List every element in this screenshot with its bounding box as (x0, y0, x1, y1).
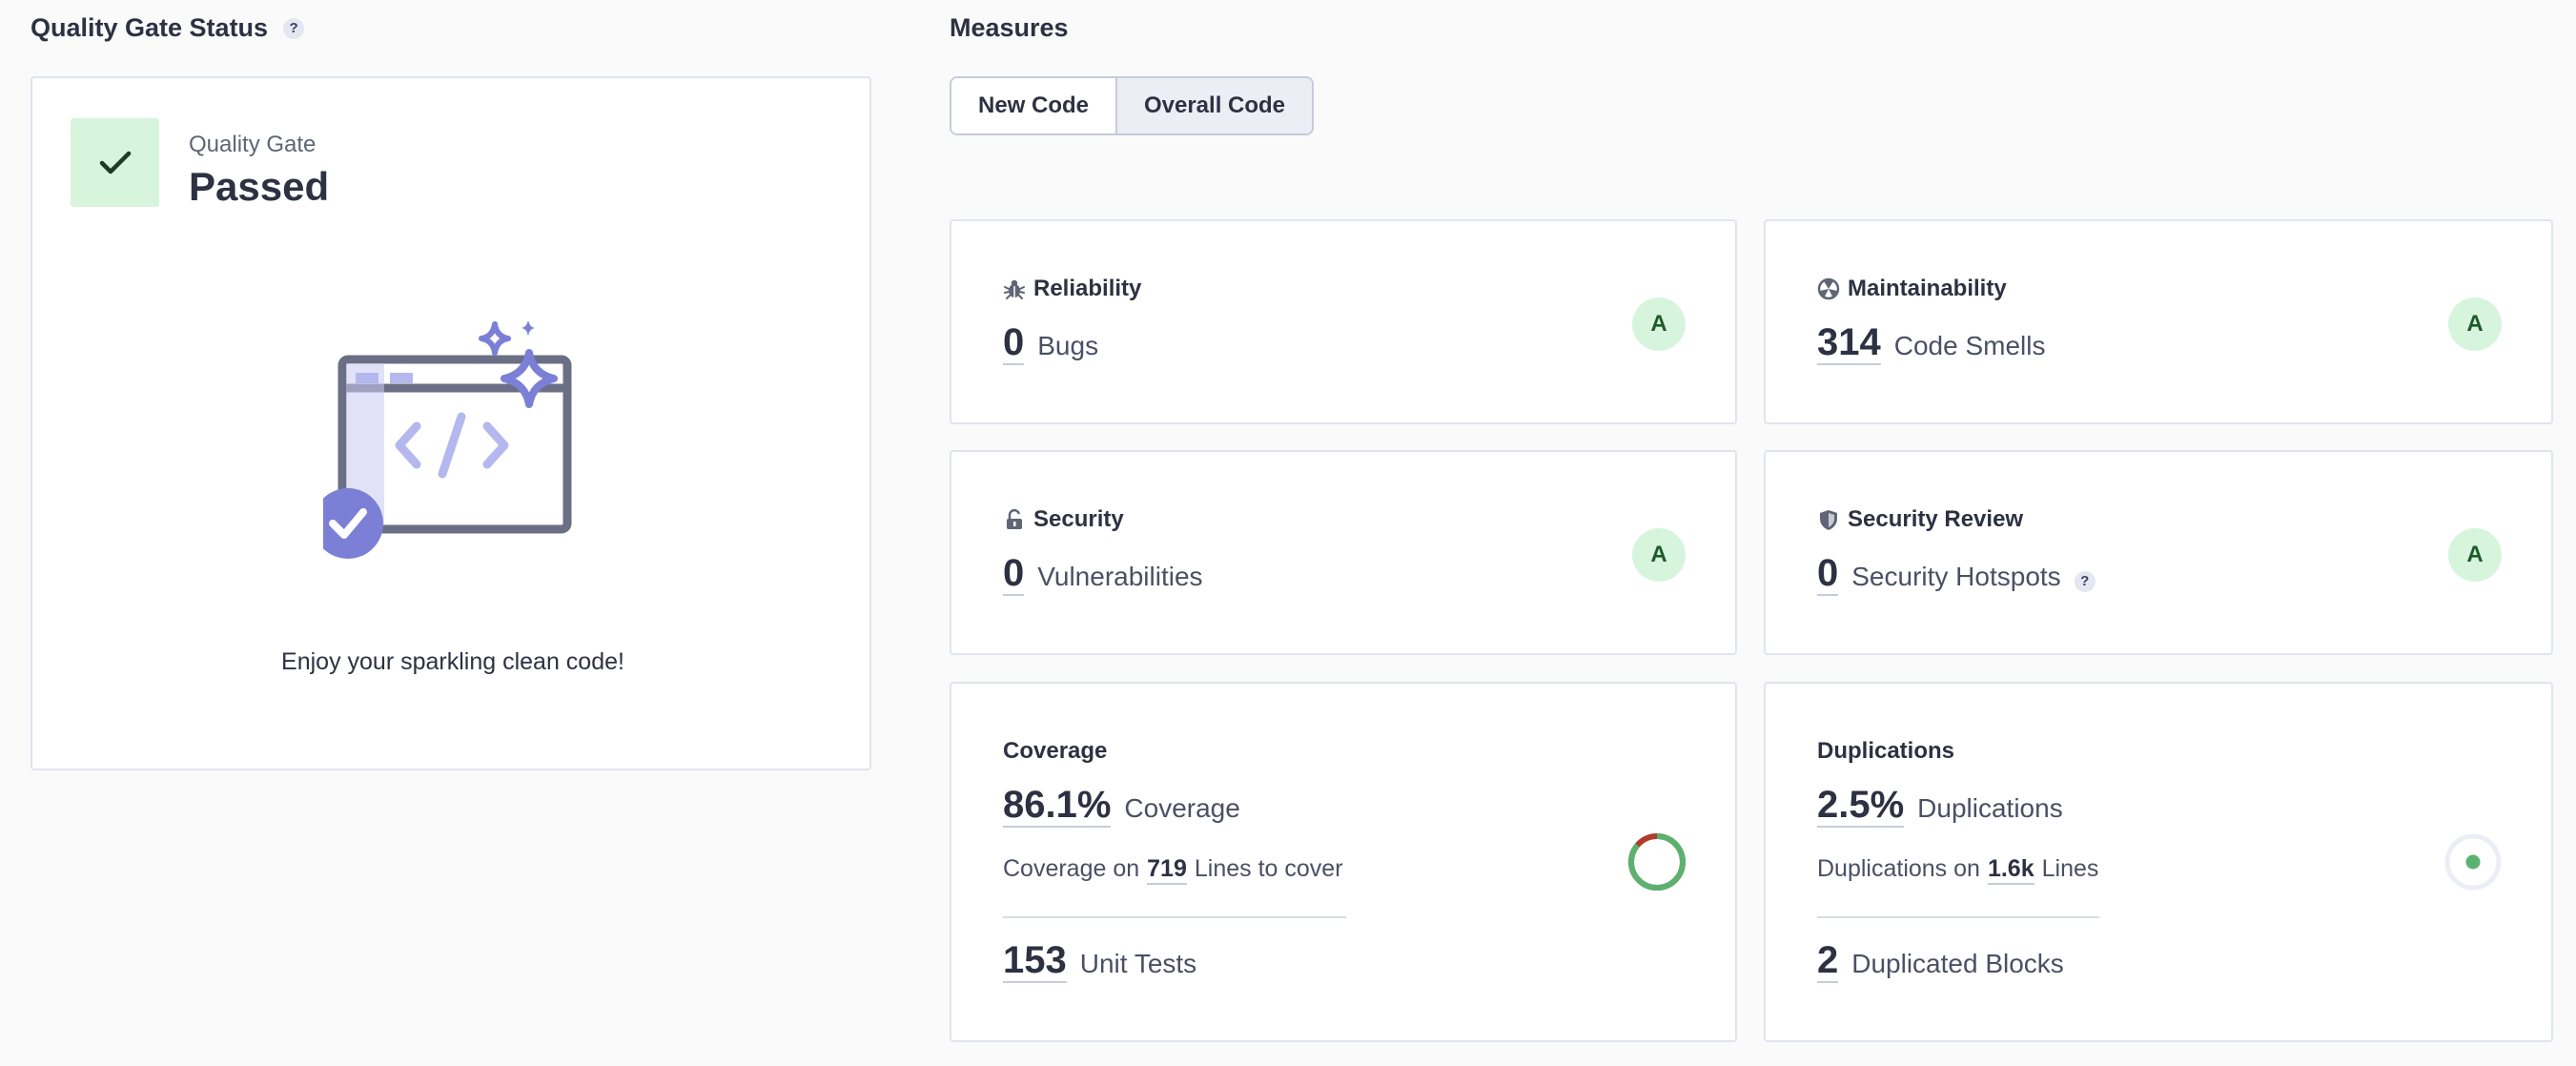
duplications-lines-prefix: Duplications on (1817, 855, 1980, 882)
duplicated-blocks-row: 2 Duplicated Blocks (1817, 939, 2064, 983)
maintainability-rating-badge[interactable]: A (2448, 297, 2502, 351)
coverage-card: Coverage 86.1% Coverage Coverage on 719 … (950, 682, 1737, 1042)
security-review-card: Security Review 0 Security Hotspots ? A (1764, 450, 2553, 655)
shield-icon (1820, 510, 1837, 530)
duplications-card: Duplications 2.5% Duplications Duplicati… (1764, 682, 2553, 1042)
tab-overall-code[interactable]: Overall Code (1117, 78, 1312, 133)
unit-tests-label: Unit Tests (1079, 949, 1197, 978)
security-card: Security 0 Vulnerabilities A (950, 450, 1737, 655)
bug-icon (1004, 279, 1025, 299)
maintainability-label: Maintainability (1848, 276, 2007, 301)
quality-gate-card: Quality Gate Passed Enjoy your sparkling… (31, 76, 871, 770)
duplicated-blocks-count-link[interactable]: 2 (1817, 939, 1839, 983)
coverage-lines-prefix: Coverage on (1003, 855, 1140, 882)
reliability-label: Reliability (1033, 276, 1142, 301)
duplications-label: Duplications (1917, 793, 2063, 823)
duplicated-lines-link[interactable]: 1.6k (1987, 855, 2034, 885)
coverage-percent-link[interactable]: 86.1% (1003, 784, 1112, 828)
help-icon[interactable]: ? (283, 17, 305, 39)
unit-tests-row: 153 Unit Tests (1003, 939, 1196, 983)
vulnerabilities-label: Vulnerabilities (1037, 562, 1203, 591)
quality-gate-label: Quality Gate (189, 132, 317, 157)
hotspots-count-link[interactable]: 0 (1817, 552, 1839, 596)
project-overview: Quality Gate Status ? Quality Gate Passe… (0, 0, 2576, 1066)
measures-heading: Measures (950, 13, 1069, 42)
coverage-value-row: 86.1% Coverage (1003, 784, 1240, 828)
quality-gate-title: Quality Gate Status (31, 13, 269, 42)
tab-new-code[interactable]: New Code (951, 78, 1117, 133)
coverage-lines-suffix: Lines to cover (1194, 855, 1343, 882)
security-review-label: Security Review (1848, 506, 2024, 532)
coverage-donut-chart[interactable] (1626, 831, 1687, 892)
bugs-count-link[interactable]: 0 (1003, 321, 1025, 365)
vulnerabilities-count-link[interactable]: 0 (1003, 552, 1025, 596)
duplications-title: Duplications (1817, 738, 1955, 764)
reliability-rating-badge[interactable]: A (1632, 297, 1686, 351)
coverage-divider (1003, 916, 1346, 918)
duplications-lines-row: Duplications on 1.6k Lines (1817, 855, 2098, 885)
duplications-lines-suffix: Lines (2041, 855, 2099, 882)
duplicated-blocks-label: Duplicated Blocks (1851, 949, 2064, 978)
maintainability-value-row: 314 Code Smells (1817, 321, 2045, 365)
coverage-lines-row: Coverage on 719 Lines to cover (1003, 855, 1343, 885)
quality-gate-status-indicator (71, 118, 159, 207)
code-smells-count-link[interactable]: 314 (1817, 321, 1881, 365)
security-title: Security (1003, 506, 1124, 533)
unit-tests-count-link[interactable]: 153 (1003, 939, 1067, 983)
coverage-title: Coverage (1003, 738, 1108, 764)
quality-gate-message: Enjoy your sparkling clean code! (281, 648, 624, 675)
quality-gate-status: Passed (189, 164, 330, 209)
lines-to-cover-link[interactable]: 719 (1147, 855, 1187, 885)
security-review-title: Security Review (1817, 506, 2023, 533)
security-value-row: 0 Vulnerabilities (1003, 552, 1203, 596)
duplications-indicator[interactable] (2443, 831, 2504, 892)
reliability-title: Reliability (1003, 276, 1141, 302)
duplications-percent-link[interactable]: 2.5% (1817, 784, 1905, 828)
security-rating-badge[interactable]: A (1632, 528, 1686, 582)
reliability-value-row: 0 Bugs (1003, 321, 1098, 365)
code-smell-icon (1817, 277, 1840, 300)
reliability-card: Reliability 0 Bugs A (950, 219, 1737, 424)
lock-icon (1007, 508, 1022, 529)
code-smells-label: Code Smells (1893, 331, 2046, 360)
security-review-value-row: 0 Security Hotspots ? (1817, 552, 2096, 596)
quality-gate-heading: Quality Gate Status ? (31, 13, 305, 43)
hotspots-help-icon[interactable]: ? (2074, 570, 2096, 592)
duplications-value-row: 2.5% Duplications (1817, 784, 2063, 828)
hotspots-label: Security Hotspots (1851, 562, 2061, 591)
duplications-divider (1817, 916, 2099, 918)
coverage-label: Coverage (1124, 793, 1240, 823)
bugs-label: Bugs (1037, 331, 1099, 360)
maintainability-card: Maintainability 314 Code Smells A (1764, 219, 2553, 424)
code-period-toggle: New Code Overall Code (950, 76, 1314, 135)
maintainability-title: Maintainability (1817, 276, 2007, 302)
check-icon (99, 151, 131, 174)
security-label: Security (1033, 506, 1124, 532)
sparkling-code-illustration (323, 321, 572, 559)
security-review-rating-badge[interactable]: A (2448, 528, 2502, 582)
